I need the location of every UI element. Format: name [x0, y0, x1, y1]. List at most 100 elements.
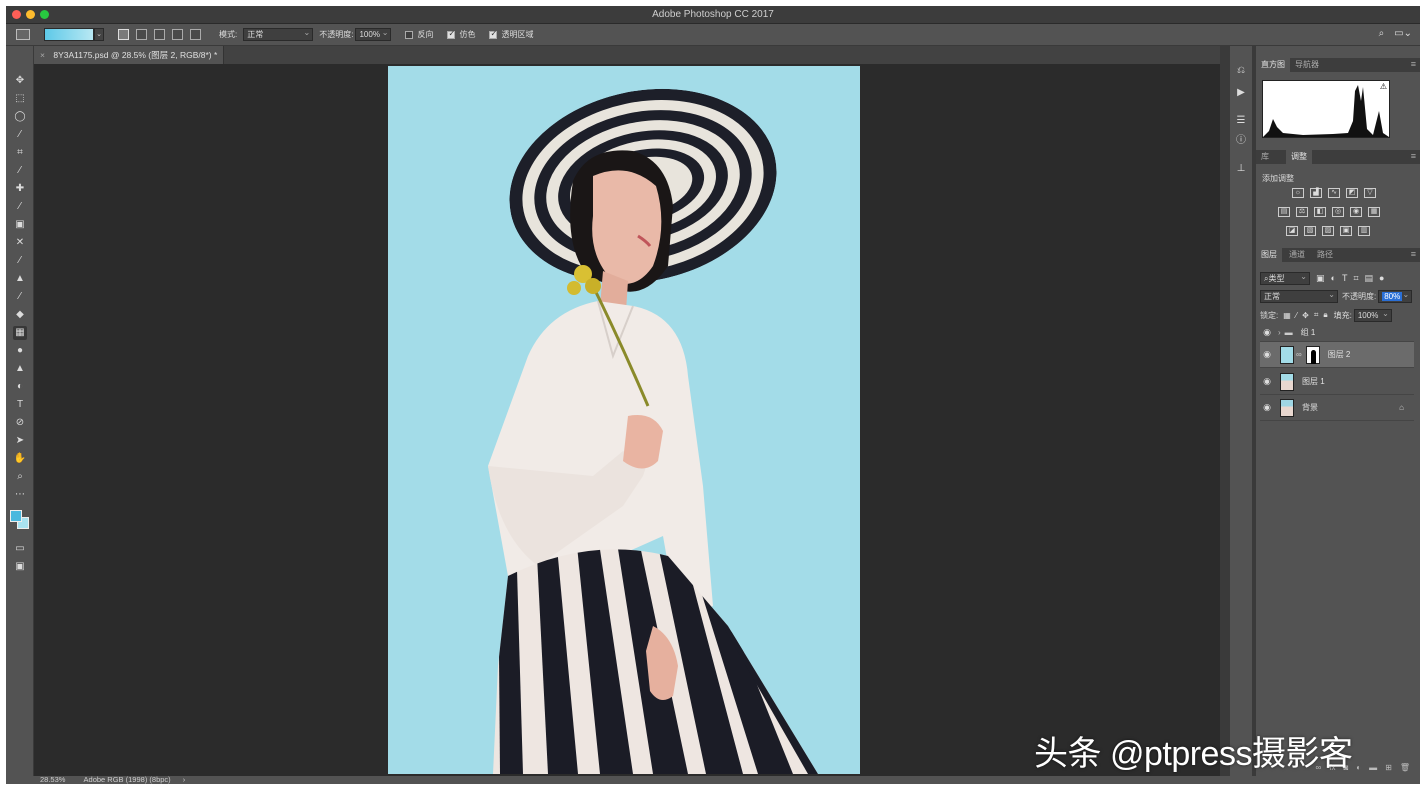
filter-shape-icon[interactable]: ⌗ — [1353, 273, 1358, 284]
zoom-level[interactable]: 28.53% — [40, 775, 65, 784]
panel-menu-icon[interactable]: ≡ — [1411, 59, 1416, 69]
visibility-eye-icon[interactable]: ◉ — [1260, 349, 1274, 360]
lock-artboard-icon[interactable]: ⌗ — [1314, 310, 1319, 320]
lock-position-icon[interactable]: ✥ — [1302, 311, 1309, 320]
clone-stamp-tool-icon[interactable]: ▣ — [13, 218, 27, 232]
visibility-eye-icon[interactable]: ◉ — [1260, 327, 1274, 338]
curves-icon[interactable]: ∿ — [1328, 188, 1340, 198]
gradient-preview[interactable] — [44, 28, 94, 41]
layer-kind-select[interactable]: ⌕类型 — [1260, 271, 1310, 285]
expand-chevron-icon[interactable]: › — [1278, 328, 1281, 337]
visibility-eye-icon[interactable]: ◉ — [1260, 402, 1274, 413]
more-tools-icon[interactable]: ⋯ — [13, 488, 27, 502]
magic-wand-tool-icon[interactable]: ⁄ — [13, 128, 27, 142]
invert-icon[interactable]: ◪ — [1286, 226, 1298, 236]
hand-tool-icon[interactable]: ✋ — [13, 452, 27, 466]
threshold-icon[interactable]: ▨ — [1322, 226, 1334, 236]
new-layer-icon[interactable]: ⊞ — [1385, 760, 1392, 776]
dither-checkbox[interactable] — [447, 29, 456, 39]
visibility-eye-icon[interactable]: ◉ — [1260, 376, 1274, 387]
stamp-tool-icon[interactable]: ▲ — [13, 272, 27, 286]
layer-row[interactable]: ◉ 图层 1 — [1260, 369, 1414, 395]
lock-transparency-icon[interactable]: ▦ — [1283, 311, 1291, 320]
eyedropper-tool-icon[interactable]: ⁄ — [13, 164, 27, 178]
path-selection-tool-icon[interactable]: ➤ — [13, 434, 27, 448]
tab-adjustments[interactable]: 调整 — [1286, 150, 1312, 164]
vibrance-icon[interactable]: ▽ — [1364, 188, 1376, 198]
status-expand-icon[interactable]: › — [183, 775, 186, 784]
levels-icon[interactable]: ▟ — [1310, 188, 1322, 198]
reverse-checkbox[interactable] — [405, 30, 414, 39]
type-tool-icon[interactable]: T — [13, 398, 27, 412]
radial-gradient-button[interactable] — [136, 29, 147, 40]
linear-gradient-button[interactable] — [118, 29, 129, 40]
layer-mask-thumbnail[interactable] — [1305, 345, 1320, 364]
delete-layer-icon[interactable]: 🗑︎ — [1400, 760, 1410, 776]
color-balance-icon[interactable]: ⚖ — [1296, 207, 1308, 217]
transparency-checkbox[interactable] — [489, 29, 498, 39]
reflected-gradient-button[interactable] — [172, 29, 183, 40]
layer-opacity-input[interactable]: 80% — [1378, 289, 1413, 303]
filter-pixel-icon[interactable]: ▣ — [1316, 273, 1325, 284]
eraser-tool-icon[interactable]: ⁄ — [13, 254, 27, 268]
gradient-map-icon[interactable]: ▥ — [1358, 226, 1370, 236]
layer-row-background[interactable]: ◉ 背景 ⌂ — [1260, 395, 1414, 421]
opacity-input[interactable]: 100% — [355, 27, 392, 41]
lasso-tool-icon[interactable]: ◯ — [13, 110, 27, 124]
healing-brush-tool-icon[interactable]: ✚ — [13, 182, 27, 196]
color-swatches[interactable] — [10, 510, 32, 530]
document-tab[interactable]: × 8Y3A1175.psd @ 28.5% (图层 2, RGB/8*) * — [34, 46, 224, 64]
foreground-color-swatch[interactable] — [10, 510, 22, 522]
sharpen-tool-icon[interactable]: ▲ — [13, 362, 27, 376]
character-icon[interactable]: ⊥ — [1234, 162, 1248, 176]
new-group-icon[interactable]: ▬ — [1369, 760, 1377, 776]
history-brush-tool-icon[interactable]: ✕ — [13, 236, 27, 250]
workspace-switcher-icon[interactable]: ▭⌄ — [1394, 28, 1412, 39]
tab-libraries[interactable]: 库 — [1256, 150, 1274, 164]
brush-tool-icon[interactable]: ⁄ — [13, 200, 27, 214]
brightness-icon[interactable]: ☼ — [1292, 188, 1304, 198]
tab-histogram[interactable]: 直方图 — [1256, 58, 1290, 72]
actions-play-icon[interactable]: ▶ — [1234, 86, 1248, 100]
canvas-area[interactable] — [34, 64, 1220, 776]
blend-mode-select[interactable]: 正常 — [1260, 289, 1338, 303]
gradient-picker-caret[interactable]: ⌄ — [94, 28, 104, 41]
black-white-icon[interactable]: ◧ — [1314, 207, 1326, 217]
new-adjustment-icon[interactable]: ◐ — [1356, 760, 1361, 776]
lock-paint-icon[interactable]: ⁄ — [1296, 311, 1297, 320]
art-brush-tool-icon[interactable]: ⁄ — [13, 290, 27, 304]
filter-type-icon[interactable]: T — [1342, 273, 1348, 283]
warning-icon[interactable]: ⚠ — [1380, 82, 1387, 91]
adjustments-menu-icon[interactable]: ≡ — [1411, 151, 1416, 161]
hue-saturation-icon[interactable]: ▤ — [1278, 207, 1290, 217]
tool-preset-picker[interactable] — [16, 29, 30, 40]
tab-navigator[interactable]: 导航器 — [1290, 58, 1324, 72]
eraser-2-tool-icon[interactable]: ◆ — [13, 308, 27, 322]
screen-mode-icon[interactable]: ▣ — [13, 560, 27, 574]
zoom-tool-icon[interactable]: ⌕ — [13, 470, 27, 484]
layer-row-group[interactable]: ◉ › ▬ 组 1 — [1260, 324, 1414, 342]
mode-select[interactable]: 正常 — [243, 27, 314, 41]
angle-gradient-button[interactable] — [154, 29, 165, 40]
filter-toggle-icon[interactable]: ● — [1379, 273, 1384, 283]
properties-icon[interactable]: ☰ — [1234, 114, 1248, 128]
channel-mixer-icon[interactable]: ◉ — [1350, 207, 1362, 217]
tab-paths[interactable]: 路径 — [1312, 248, 1338, 262]
selective-color-icon[interactable]: ▣ — [1340, 226, 1352, 236]
photo-filter-icon[interactable]: ◎ — [1332, 207, 1344, 217]
pen-tool-icon[interactable]: ⊘ — [13, 416, 27, 430]
color-lookup-icon[interactable]: ▦ — [1368, 207, 1380, 217]
exposure-icon[interactable]: ◩ — [1346, 188, 1358, 198]
diamond-gradient-button[interactable] — [190, 29, 201, 40]
lock-all-icon[interactable]: 🔒︎ — [1323, 310, 1327, 320]
close-tab-icon[interactable]: × — [40, 50, 45, 60]
tab-layers[interactable]: 图层 — [1256, 248, 1282, 262]
crop-tool-icon[interactable]: ⌗ — [13, 146, 27, 160]
gradient-tool-icon[interactable]: ▦ — [13, 326, 27, 340]
move-tool-icon[interactable]: ✥ — [13, 74, 27, 88]
posterize-icon[interactable]: ▧ — [1304, 226, 1316, 236]
layer-row-selected[interactable]: ◉ ∞ 图层 2 — [1260, 342, 1414, 368]
quick-mask-icon[interactable]: ▭ — [13, 542, 27, 556]
tab-channels[interactable]: 通道 — [1284, 248, 1310, 262]
filter-adjustment-icon[interactable]: ◐ — [1331, 273, 1336, 283]
